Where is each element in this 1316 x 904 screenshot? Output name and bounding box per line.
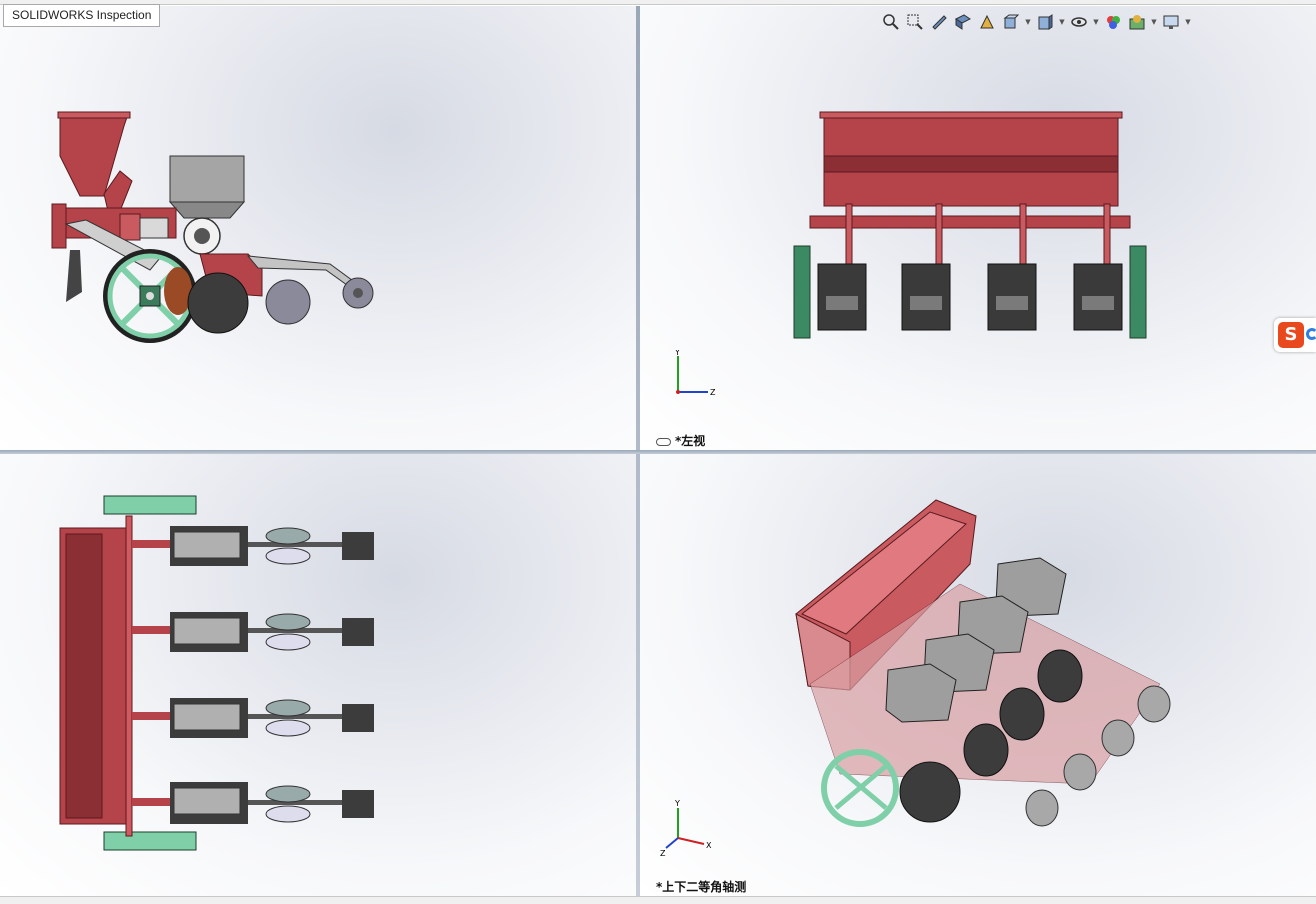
triad-y-label: Y [674,799,680,808]
planter-model-isometric [795,499,1171,827]
sogou-ime-icon: S [1278,322,1304,348]
zoom-to-fit-icon[interactable] [880,11,902,33]
planter-model-left-view [793,111,1147,339]
viewport-isometric[interactable]: Y X Z *上下二等角轴测 [640,454,1316,896]
chevron-down-icon[interactable]: ▼ [1150,18,1158,26]
view-settings-icon[interactable] [1160,11,1182,33]
previous-view-icon[interactable] [928,11,950,33]
chevron-down-icon[interactable]: ▼ [1184,18,1192,26]
section-view-icon[interactable] [952,11,974,33]
view-orientation-label: *上下二等角轴测 [656,880,747,894]
edit-appearance-icon[interactable] [1102,11,1124,33]
link-icon [656,437,671,446]
apply-scene-icon[interactable] [1126,11,1148,33]
top-strip [0,0,1316,5]
coordinate-triad: Y X Z [660,799,712,858]
triad-x-label: X [706,841,712,850]
view-orientation-icon[interactable] [1000,11,1022,33]
zoom-to-area-icon[interactable] [904,11,926,33]
view-orientation-label: *左视 [656,432,705,449]
planter-model-front [51,111,374,343]
triad-y-label: Y [674,350,680,357]
coordinate-triad: Y Z [674,350,716,397]
display-style-icon[interactable] [1034,11,1056,33]
viewport-left-view[interactable]: ▼ ▼ ▼ ▼ ▼ Y Z *左视 S [640,6,1316,450]
viewport-front[interactable] [0,6,636,450]
planter-model-top-view [59,495,374,851]
viewport-top-view[interactable] [0,454,636,896]
ime-status-icon [1306,328,1316,340]
triad-z-label: Z [710,388,716,397]
dynamic-annotation-icon[interactable] [976,11,998,33]
app-title-tab[interactable]: SOLIDWORKS Inspection [3,4,161,27]
chevron-down-icon[interactable]: ▼ [1058,18,1066,26]
row-units [132,526,374,824]
viewport-splitter-horizontal[interactable] [0,450,1316,454]
ime-badge[interactable]: S [1274,318,1316,352]
chevron-down-icon[interactable]: ▼ [1024,18,1032,26]
bottom-strip [0,896,1316,904]
hide-show-items-icon[interactable] [1068,11,1090,33]
heads-up-view-toolbar: ▼ ▼ ▼ ▼ ▼ [880,10,1192,34]
chevron-down-icon[interactable]: ▼ [1092,18,1100,26]
triad-z-label: Z [660,849,666,858]
